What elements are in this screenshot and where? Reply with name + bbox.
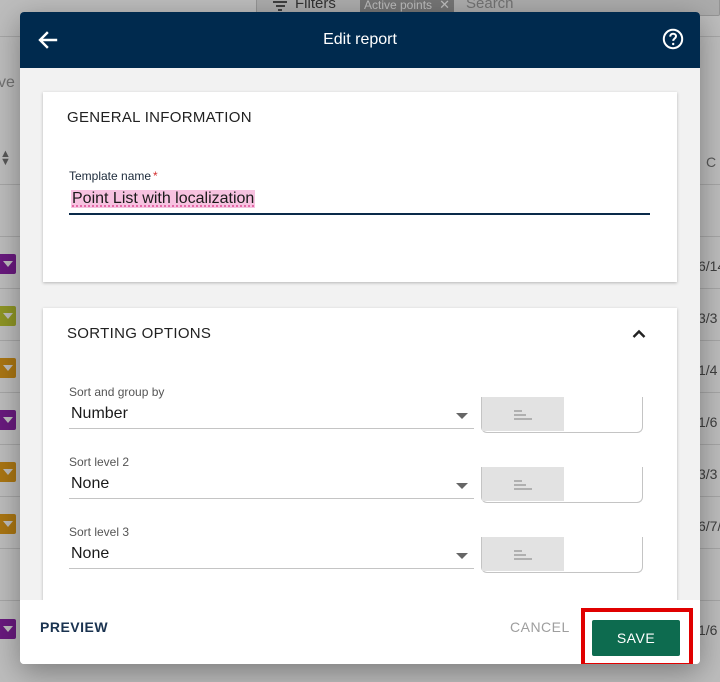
sort-order-toggle[interactable] <box>481 537 643 573</box>
chevron-up-icon[interactable] <box>629 324 649 344</box>
sort-level-3-select[interactable]: None <box>69 543 474 569</box>
dialog-header: Edit report <box>20 12 700 68</box>
template-name-label: Template name * <box>69 169 158 183</box>
sort-order-segment[interactable] <box>482 397 564 431</box>
cancel-button[interactable]: CANCEL <box>510 619 570 635</box>
edit-report-dialog: Edit report GENERAL INFORMATION Template… <box>20 12 700 664</box>
back-arrow-icon[interactable] <box>34 26 62 54</box>
help-icon[interactable] <box>662 28 684 50</box>
dialog-footer: PREVIEW CANCEL SAVE <box>20 600 700 664</box>
sort-level-2-label: Sort level 2 <box>69 455 130 469</box>
sort-order-toggle[interactable] <box>481 467 643 503</box>
sort-and-group-by-value: Number <box>71 405 128 422</box>
sorting-options-card: SORTING OPTIONS Sort and group by Number… <box>43 308 677 600</box>
sort-lines-icon <box>514 410 532 420</box>
general-information-title: GENERAL INFORMATION <box>67 109 252 126</box>
sort-and-group-by-select[interactable]: Number <box>69 403 474 429</box>
sort-level-2-value: None <box>71 475 110 492</box>
sort-level-3-value: None <box>71 545 110 562</box>
general-information-card: GENERAL INFORMATION Template name * Point… <box>43 92 677 282</box>
sort-order-segment[interactable] <box>482 467 564 501</box>
sort-order-segment[interactable] <box>482 537 564 571</box>
sort-lines-icon <box>514 480 532 490</box>
template-name-value[interactable]: Point List with localization <box>71 190 256 208</box>
sort-lines-icon <box>514 550 532 560</box>
template-name-input[interactable]: Point List with localization <box>69 187 650 215</box>
sort-and-group-by-label: Sort and group by <box>69 385 165 399</box>
dropdown-arrow-icon <box>456 553 468 559</box>
save-button[interactable]: SAVE <box>592 620 680 656</box>
required-mark: * <box>153 169 158 183</box>
preview-button[interactable]: PREVIEW <box>40 619 108 635</box>
dropdown-arrow-icon <box>456 483 468 489</box>
sort-level-2-select[interactable]: None <box>69 473 474 499</box>
dialog-body[interactable]: GENERAL INFORMATION Template name * Point… <box>20 68 700 600</box>
dialog-title: Edit report <box>323 31 397 48</box>
sort-level-3-label: Sort level 3 <box>69 525 130 539</box>
sort-order-toggle[interactable] <box>481 397 643 433</box>
sorting-options-title: SORTING OPTIONS <box>67 325 212 342</box>
dropdown-arrow-icon <box>456 413 468 419</box>
